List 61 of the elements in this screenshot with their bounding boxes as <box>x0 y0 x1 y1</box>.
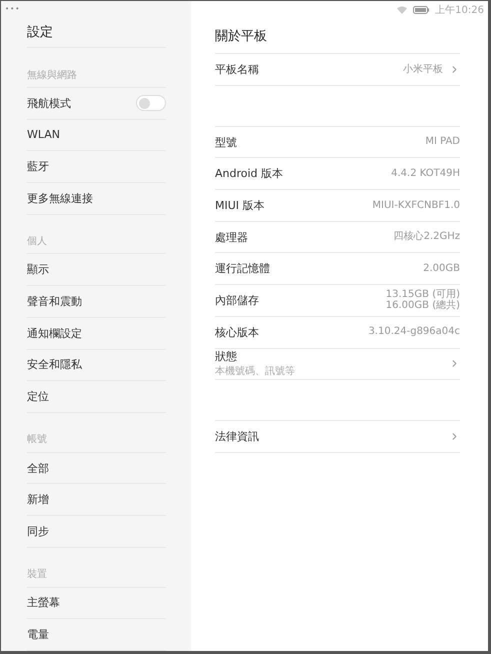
settings-item[interactable]: 全部 <box>27 452 166 484</box>
clock-time: 上午10:26 <box>435 4 484 17</box>
section-header: 裝置 <box>27 562 166 588</box>
row-label: 法律資訊 <box>215 429 259 444</box>
item-label: 主螢幕 <box>27 595 60 610</box>
row-value: 4.4.2 KOT49H <box>391 168 460 180</box>
row-value: 3.10.24-g896a04c <box>368 326 460 338</box>
item-label: 新增 <box>27 492 49 508</box>
settings-item[interactable]: 飛航模式 <box>27 88 166 120</box>
settings-item[interactable]: 更多無線連接 <box>27 182 166 215</box>
item-label: 更多無線連接 <box>27 190 93 206</box>
row-label: 型號 <box>215 134 237 150</box>
section-header: 帳號 <box>27 426 166 453</box>
settings-item[interactable]: 安全和隱私 <box>27 350 166 382</box>
settings-item[interactable]: 主螢幕 <box>27 588 166 620</box>
item-label: 聲音和震動 <box>27 294 82 309</box>
row-label: MIUI 版本 <box>215 198 265 213</box>
row-value: 四核心2.2GHz <box>394 231 460 243</box>
row-value: 2.00GB <box>423 263 460 275</box>
row-label: Android 版本 <box>215 166 284 182</box>
item-label: 藍牙 <box>27 159 49 174</box>
about-title: 關於平板 <box>215 19 460 54</box>
settings-item[interactable]: 通知欄設定 <box>27 318 166 350</box>
settings-item[interactable]: 新增 <box>27 484 166 516</box>
item-label: 同步 <box>27 524 49 539</box>
info-row[interactable]: 平板名稱 小米平板 <box>215 54 460 86</box>
row-value: 小米平板 <box>403 64 443 76</box>
row-label: 狀態 <box>215 349 238 364</box>
item-label: 飛航模式 <box>27 96 71 111</box>
row-label: 處理器 <box>215 230 248 245</box>
info-row[interactable]: 法律資訊 <box>215 421 460 453</box>
section-header: 無線與網路 <box>27 62 166 88</box>
row-label: 內部儲存 <box>215 292 259 308</box>
toggle-switch[interactable] <box>136 95 166 112</box>
info-row[interactable]: 狀態 本機號碼、訊號等 <box>215 348 460 380</box>
row-value: 16.00GB (總共) <box>386 300 460 312</box>
row-label: 運行記憶體 <box>215 261 270 276</box>
item-label: 全部 <box>27 460 49 476</box>
settings-item[interactable]: 藍牙 <box>27 151 166 183</box>
item-label: 通知欄設定 <box>27 326 82 341</box>
item-label: 定位 <box>27 389 49 404</box>
item-label: WLAN <box>27 128 60 142</box>
section-header: 個人 <box>27 228 166 254</box>
row-value: 13.15GB (可用) <box>386 288 460 300</box>
row-label: 平板名稱 <box>215 62 259 77</box>
settings-title: 設定 <box>27 16 166 48</box>
item-label: 安全和隱私 <box>27 357 82 372</box>
wifi-icon <box>397 6 408 14</box>
row-value: MI PAD <box>425 136 460 148</box>
settings-item[interactable]: WLAN <box>27 120 166 152</box>
settings-item[interactable]: 同步 <box>27 516 166 548</box>
item-label: 電量 <box>27 627 49 642</box>
settings-item[interactable]: 定位 <box>27 381 166 413</box>
row-label: 核心版本 <box>215 324 259 340</box>
row-value: MIUI-KXFCNBF1.0 <box>372 200 460 212</box>
row-subtitle: 本機號碼、訊號等 <box>215 364 295 378</box>
settings-item[interactable]: 聲音和震動 <box>27 286 166 318</box>
settings-item[interactable]: 顯示 <box>27 254 166 286</box>
item-label: 顯示 <box>27 262 49 278</box>
settings-item[interactable]: 電量 <box>27 619 166 651</box>
battery-icon <box>413 6 430 14</box>
